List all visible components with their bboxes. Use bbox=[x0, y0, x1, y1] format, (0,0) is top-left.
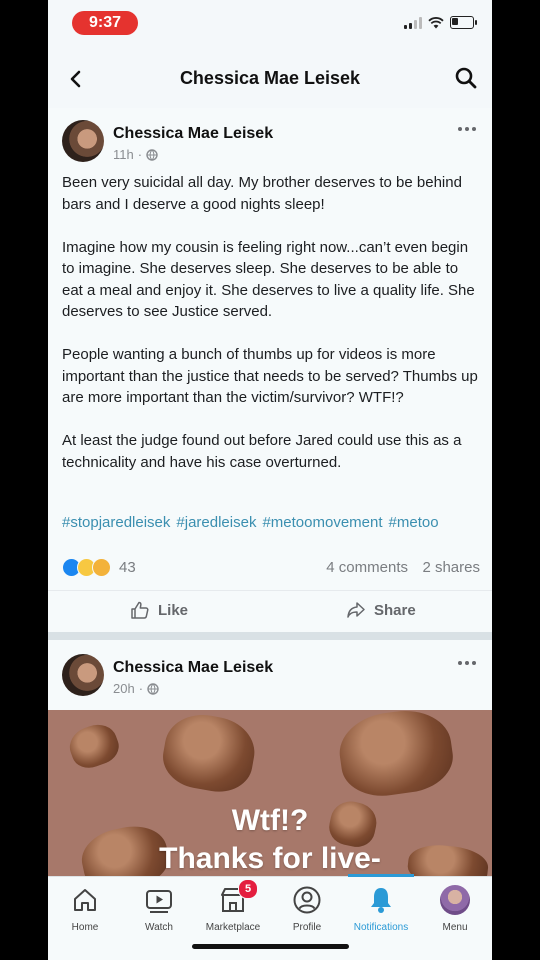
signal-icon bbox=[404, 16, 422, 29]
page-header: Chessica Mae Leisek bbox=[48, 56, 492, 102]
media-caption-line2: Thanks for live- bbox=[159, 842, 381, 875]
search-icon bbox=[455, 67, 477, 89]
wifi-icon bbox=[428, 16, 444, 28]
share-button[interactable]: Share bbox=[346, 596, 416, 624]
tab-menu[interactable]: Menu bbox=[418, 885, 492, 933]
tab-profile[interactable]: Profile bbox=[270, 885, 344, 933]
home-indicator bbox=[192, 944, 349, 949]
hashtag-link[interactable]: #jaredleisek bbox=[176, 514, 256, 531]
author-avatar[interactable] bbox=[62, 654, 104, 696]
share-label: Share bbox=[374, 601, 416, 619]
reactions-row: 43 4 comments 2 shares bbox=[62, 558, 480, 580]
poop-emoji-image bbox=[158, 710, 260, 798]
tab-label: Home bbox=[71, 922, 99, 933]
search-button[interactable] bbox=[454, 66, 480, 92]
tab-home[interactable]: Home bbox=[48, 885, 122, 933]
poop-emoji-image bbox=[64, 718, 124, 774]
globe-icon bbox=[146, 148, 158, 161]
tab-label: Watch bbox=[145, 922, 173, 933]
more-options-button[interactable] bbox=[458, 123, 480, 135]
back-button[interactable] bbox=[62, 66, 88, 92]
media-caption-line1: Wtf!? bbox=[231, 804, 309, 837]
tab-watch[interactable]: Watch bbox=[122, 885, 196, 933]
tab-notifications[interactable]: Notifications bbox=[344, 885, 418, 933]
post-separator bbox=[48, 632, 492, 640]
post-meta: 20h · bbox=[113, 681, 159, 696]
status-bar: 9:37 bbox=[48, 0, 492, 46]
post-meta: 11h · bbox=[113, 147, 158, 162]
comments-count-link[interactable]: 4 comments bbox=[326, 559, 408, 576]
shares-count-link[interactable]: 2 shares bbox=[422, 559, 480, 576]
status-time: 9:37 bbox=[72, 11, 138, 35]
tab-label: Menu bbox=[442, 922, 468, 933]
post-author[interactable]: Chessica Mae Leisek bbox=[113, 125, 273, 143]
post-paragraph: People wanting a bunch of thumbs up for … bbox=[62, 346, 478, 406]
chevron-left-icon bbox=[70, 70, 81, 88]
hashtag-link[interactable]: #stopjaredleisek bbox=[62, 514, 170, 531]
status-icons bbox=[404, 16, 477, 29]
page-title: Chessica Mae Leisek bbox=[179, 68, 361, 88]
tab-label: Profile bbox=[292, 922, 322, 933]
care-reaction-icon bbox=[92, 558, 111, 577]
share-icon bbox=[347, 602, 365, 618]
notification-badge: 5 bbox=[238, 879, 258, 899]
tab-marketplace[interactable]: 5 Marketplace bbox=[196, 879, 270, 933]
author-avatar[interactable] bbox=[62, 120, 104, 162]
post-paragraph: Imagine how my cousin is feeling right n… bbox=[62, 238, 475, 321]
battery-icon bbox=[450, 16, 477, 29]
hashtag-link[interactable]: #metoomovement bbox=[262, 514, 382, 531]
post-card: Chessica Mae Leisek 11h · Been very suic… bbox=[48, 108, 492, 632]
post-card: Chessica Mae Leisek 20h · Wtf!? Thanks f… bbox=[48, 640, 492, 876]
like-button[interactable]: Like bbox=[130, 596, 188, 624]
bell-icon bbox=[371, 888, 391, 913]
post-actions: Like Share bbox=[48, 596, 492, 626]
post-paragraph: At least the judge found out before Jare… bbox=[62, 432, 462, 471]
reaction-count[interactable]: 43 bbox=[119, 559, 136, 576]
home-icon bbox=[74, 889, 96, 911]
like-label: Like bbox=[158, 601, 189, 619]
post-time: 20h bbox=[113, 681, 135, 696]
globe-icon bbox=[147, 682, 159, 695]
post-time: 11h bbox=[113, 147, 134, 162]
post-media-image[interactable]: Wtf!? Thanks for live- bbox=[48, 710, 492, 876]
hashtag-link[interactable]: #metoo bbox=[389, 514, 439, 531]
poop-emoji-image bbox=[334, 710, 458, 802]
tab-label: Marketplace bbox=[205, 922, 261, 933]
post-paragraph: Been very suicidal all day. My brother d… bbox=[62, 174, 462, 213]
reaction-icons[interactable] bbox=[62, 558, 111, 577]
profile-icon bbox=[293, 886, 321, 914]
divider bbox=[48, 590, 492, 591]
active-tab-indicator bbox=[348, 874, 414, 877]
phone-screen: 9:37 Chessica Mae Leisek Chessica Mae Le… bbox=[48, 0, 492, 960]
thumbs-up-icon bbox=[131, 601, 149, 619]
post-author[interactable]: Chessica Mae Leisek bbox=[113, 659, 273, 677]
hashtag-list: #stopjaredleisek #jaredleisek #metoomove… bbox=[62, 514, 439, 531]
more-options-button[interactable] bbox=[458, 657, 480, 669]
tab-label: Notifications bbox=[353, 922, 409, 933]
watch-icon bbox=[146, 890, 172, 913]
avatar bbox=[440, 885, 470, 915]
post-text: Been very suicidal all day. My brother d… bbox=[62, 172, 482, 495]
